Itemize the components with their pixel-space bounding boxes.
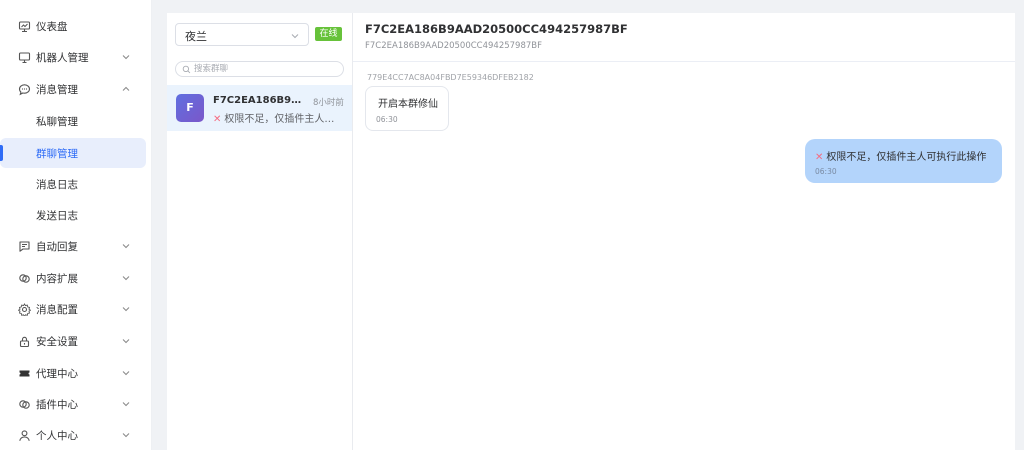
message-time: 06:30	[376, 115, 398, 124]
conversation-preview-text: 权限不足，仅插件主人可执行此操作	[224, 114, 341, 125]
error-icon: ✕	[213, 114, 222, 125]
chevron-down-icon	[122, 55, 130, 60]
sidebar-item-group-chat[interactable]: 群聊管理	[0, 138, 146, 168]
active-indicator	[0, 145, 3, 161]
chat-icon	[18, 240, 31, 253]
outgoing-message: ✕ 权限不足，仅插件主人可执行此操作 06:30	[805, 139, 1002, 183]
sidebar-item-message-config[interactable]: 消息配置	[0, 294, 148, 324]
sidebar-item-auto-reply[interactable]: 自动回复	[0, 231, 148, 261]
user-icon	[18, 429, 31, 442]
sidebar-item-private-chat[interactable]: 私聊管理	[0, 106, 148, 136]
status-badge: 在线	[315, 27, 342, 41]
chevron-down-icon	[122, 276, 130, 281]
sidebar-item-send-log[interactable]: 发送日志	[0, 200, 148, 230]
chevron-up-icon	[122, 86, 130, 91]
sidebar-item-label: 插件中心	[36, 399, 78, 411]
lock-icon	[18, 335, 31, 348]
conversation-panel: 夜兰 在线 F F7C2EA186B9AAD20500CC494257987BF…	[167, 13, 353, 450]
sidebar-item-message-management[interactable]: 消息管理	[0, 74, 148, 104]
sidebar-item-proxy-center[interactable]: 代理中心	[0, 358, 148, 388]
message-text: 权限不足，仅插件主人可执行此操作	[826, 152, 987, 163]
sidebar-item-label: 代理中心	[36, 368, 78, 380]
sidebar-item-label: 私聊管理	[36, 116, 78, 128]
chat-subtitle: F7C2EA186B9AAD20500CC494257987BF	[365, 41, 543, 51]
conversation-time: 8小时前	[313, 98, 344, 108]
sidebar-item-personal-center[interactable]: 个人中心	[0, 420, 148, 450]
search-box	[175, 61, 344, 77]
error-icon: ✕	[815, 152, 824, 163]
message-icon	[18, 83, 31, 96]
avatar: F	[176, 94, 204, 122]
sidebar-item-label: 发送日志	[36, 210, 78, 222]
sidebar-item-label: 群聊管理	[36, 148, 78, 160]
dashboard-icon	[18, 20, 31, 33]
sidebar-item-content-extension[interactable]: 内容扩展	[0, 263, 148, 293]
gear-icon	[18, 303, 31, 316]
chat-title: F7C2EA186B9AAD20500CC494257987BF	[365, 22, 628, 36]
sidebar-item-plugin-center[interactable]: 插件中心	[0, 389, 148, 419]
chat-header: F7C2EA186B9AAD20500CC494257987BF F7C2EA1…	[353, 13, 1015, 62]
message-text: 开启本群修仙	[378, 99, 438, 110]
chat-panel: F7C2EA186B9AAD20500CC494257987BF F7C2EA1…	[353, 13, 1015, 450]
monitor-icon	[18, 51, 31, 64]
conversation-title: F7C2EA186B9AAD20500CC494257987BF	[213, 95, 308, 106]
sidebar-item-label: 消息管理	[36, 84, 78, 96]
sidebar-item-message-log[interactable]: 消息日志	[0, 169, 148, 199]
conversation-preview: ✕权限不足，仅插件主人可执行此操作	[213, 110, 341, 125]
bot-select[interactable]: 夜兰	[175, 23, 309, 46]
sidebar-item-label: 机器人管理	[36, 52, 89, 64]
incoming-message: 开启本群修仙 06:30	[365, 86, 449, 131]
message-text-wrap: ✕ 权限不足，仅插件主人可执行此操作	[815, 148, 986, 163]
chevron-down-icon	[122, 371, 130, 376]
link-icon	[18, 272, 31, 285]
sidebar-item-label: 仪表盘	[36, 21, 68, 33]
sidebar-item-label: 消息日志	[36, 179, 78, 191]
plugin-icon	[18, 398, 31, 411]
sidebar-item-label: 消息配置	[36, 304, 78, 316]
chevron-down-icon	[291, 34, 299, 39]
bot-select-value: 夜兰	[185, 30, 207, 43]
search-input[interactable]	[194, 63, 339, 75]
sidebar: 仪表盘 机器人管理 消息管理 私聊管理 群聊管理 消息日志 发送日志 自动回复 …	[0, 0, 152, 450]
message-sender: 779E4CC7AC8A04FBD7E59346DFEB2182	[367, 73, 534, 82]
sidebar-item-security-settings[interactable]: 安全设置	[0, 326, 148, 356]
sidebar-item-bot-management[interactable]: 机器人管理	[0, 42, 148, 72]
sidebar-item-label: 安全设置	[36, 336, 78, 348]
chevron-down-icon	[122, 307, 130, 312]
search-icon	[182, 65, 191, 74]
chevron-down-icon	[122, 339, 130, 344]
sidebar-item-label: 个人中心	[36, 430, 78, 442]
chevron-down-icon	[122, 433, 130, 438]
message-time: 06:30	[815, 167, 837, 176]
chevron-down-icon	[122, 244, 130, 249]
sidebar-item-dashboard[interactable]: 仪表盘	[0, 11, 148, 41]
sidebar-item-label: 内容扩展	[36, 273, 78, 285]
chevron-down-icon	[122, 402, 130, 407]
conversation-item[interactable]: F F7C2EA186B9AAD20500CC494257987BF 8小时前 …	[167, 85, 352, 131]
sidebar-item-label: 自动回复	[36, 241, 78, 253]
ticket-icon	[18, 367, 31, 380]
